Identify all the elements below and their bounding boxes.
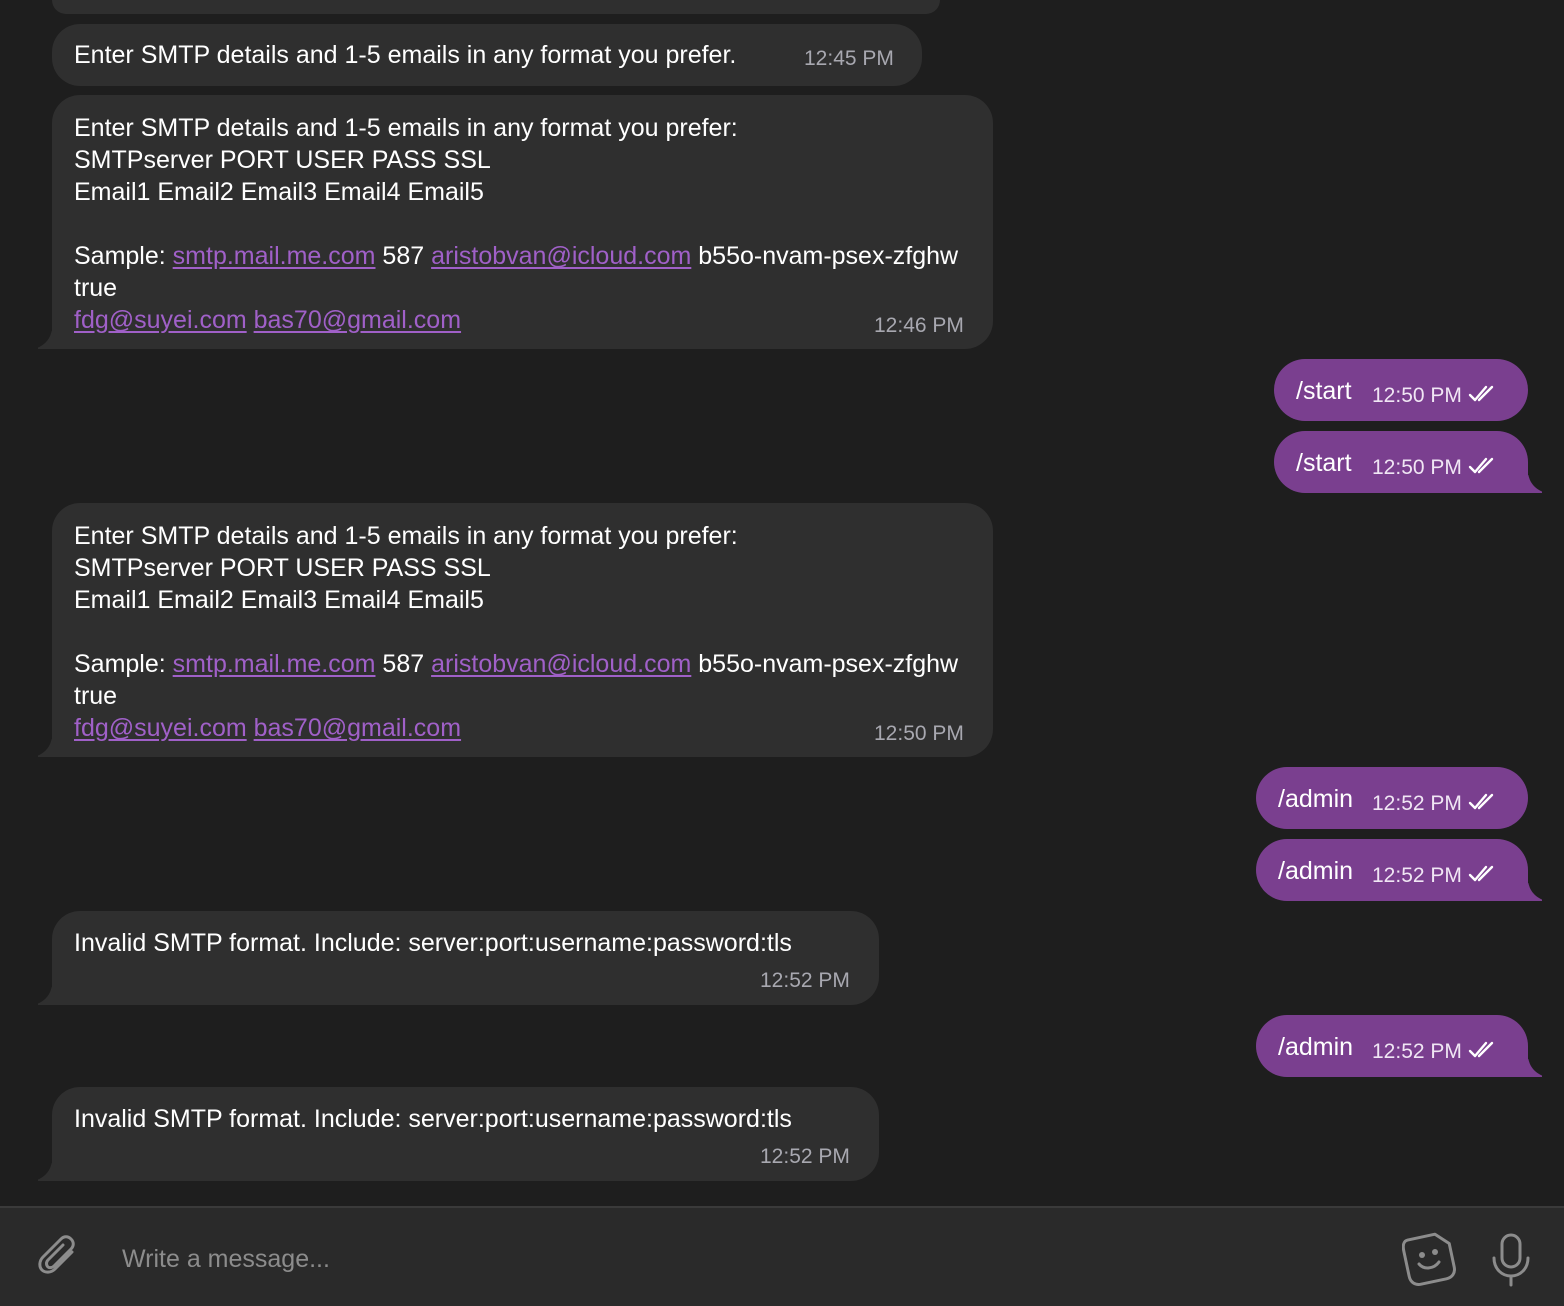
incoming-message[interactable]: Enter SMTP details and 1-5 emails in any…: [52, 24, 922, 86]
user-email-link[interactable]: aristobvan@icloud.com: [431, 242, 691, 270]
message-time: 12:52 PM: [760, 969, 850, 992]
outgoing-message[interactable]: /admin 12:52 PM: [1256, 767, 1528, 829]
message-time: 12:52 PM: [1372, 788, 1498, 820]
message-text: Enter SMTP details and 1-5 emails in any…: [74, 520, 971, 744]
message-text: /start: [1296, 377, 1352, 405]
sticker-icon[interactable]: [1402, 1232, 1456, 1286]
incoming-message[interactable]: Enter SMTP details and 1-5 emails in any…: [24, 95, 993, 349]
message-input[interactable]: [120, 1232, 1364, 1286]
outgoing-message[interactable]: /admin 12:52 PM: [1256, 1015, 1556, 1077]
double-check-icon: [1468, 386, 1494, 402]
port-text: 587: [375, 650, 432, 678]
message-time: 12:52 PM: [1372, 860, 1498, 892]
message-time: 12:45 PM: [804, 47, 894, 70]
email-link[interactable]: bas70@gmail.com: [254, 306, 461, 334]
previous-message-bubble: [52, 0, 940, 14]
message-text: /start: [1296, 449, 1352, 477]
microphone-icon[interactable]: [1488, 1232, 1534, 1288]
double-check-icon: [1468, 794, 1494, 810]
message-text: Enter SMTP details and 1-5 emails in any…: [74, 112, 971, 336]
outgoing-message[interactable]: /start 12:50 PM: [1274, 431, 1556, 493]
message-time: 12:46 PM: [874, 314, 964, 337]
port-text: 587: [375, 242, 432, 270]
message-time-text: 12:50 PM: [1372, 456, 1462, 479]
message-time-text: 12:52 PM: [1372, 792, 1462, 815]
double-check-icon: [1468, 866, 1494, 882]
instructions-text: Enter SMTP details and 1-5 emails in any…: [74, 114, 738, 206]
email-link[interactable]: bas70@gmail.com: [254, 714, 461, 742]
message-time-text: 12:52 PM: [1372, 864, 1462, 887]
email-link[interactable]: fdg@suyei.com: [74, 306, 247, 334]
chat-window: Enter SMTP details and 1-5 emails in any…: [0, 0, 1564, 1306]
double-check-icon: [1468, 1042, 1494, 1058]
outgoing-message[interactable]: /admin 12:52 PM: [1256, 839, 1556, 901]
message-time: 12:52 PM: [760, 1145, 850, 1168]
message-list[interactable]: Enter SMTP details and 1-5 emails in any…: [0, 0, 1564, 1206]
message-time: 12:50 PM: [1372, 452, 1498, 484]
incoming-message[interactable]: Invalid SMTP format. Include: server:por…: [24, 911, 879, 1005]
outgoing-message[interactable]: /start 12:50 PM: [1274, 359, 1528, 421]
sample-label: Sample:: [74, 242, 173, 270]
message-composer: [0, 1206, 1564, 1306]
double-check-icon: [1468, 458, 1494, 474]
message-time: 12:50 PM: [1372, 380, 1498, 412]
message-time-text: 12:50 PM: [1372, 384, 1462, 407]
message-time-text: 12:52 PM: [1372, 1040, 1462, 1063]
paperclip-icon[interactable]: [36, 1234, 84, 1282]
smtp-server-link[interactable]: smtp.mail.me.com: [173, 650, 376, 678]
user-email-link[interactable]: aristobvan@icloud.com: [431, 650, 691, 678]
message-text: Enter SMTP details and 1-5 emails in any…: [74, 41, 737, 69]
sample-label: Sample:: [74, 650, 173, 678]
message-text: /admin: [1278, 1033, 1354, 1061]
message-text: Invalid SMTP format. Include: server:por…: [74, 929, 792, 957]
message-time: 12:52 PM: [1372, 1036, 1498, 1068]
message-text: Invalid SMTP format. Include: server:por…: [74, 1105, 792, 1133]
incoming-message[interactable]: Enter SMTP details and 1-5 emails in any…: [24, 503, 993, 757]
instructions-text: Enter SMTP details and 1-5 emails in any…: [74, 522, 738, 614]
email-link[interactable]: fdg@suyei.com: [74, 714, 247, 742]
incoming-message[interactable]: Invalid SMTP format. Include: server:por…: [24, 1087, 879, 1181]
message-text: /admin: [1278, 857, 1354, 885]
message-text: /admin: [1278, 785, 1354, 813]
smtp-server-link[interactable]: smtp.mail.me.com: [173, 242, 376, 270]
message-time: 12:50 PM: [874, 722, 964, 745]
